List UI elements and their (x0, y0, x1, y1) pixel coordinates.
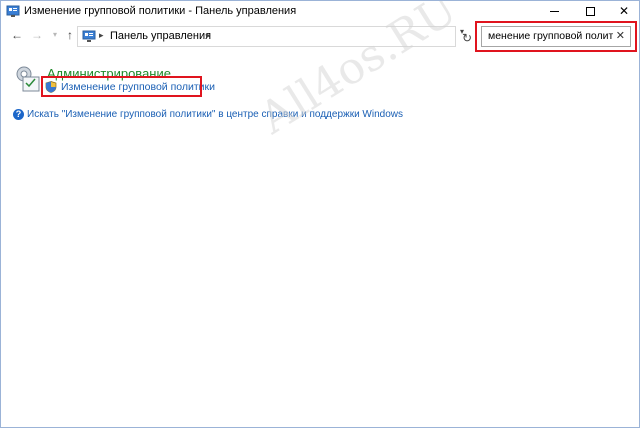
control-panel-icon (82, 30, 96, 42)
breadcrumb-separator[interactable]: ▸ (206, 30, 211, 41)
refresh-button[interactable]: ↻ (462, 31, 472, 45)
minimize-button[interactable] (539, 1, 569, 21)
window-title: Изменение групповой политики - Панель уп… (24, 5, 297, 17)
back-button[interactable]: ← (10, 28, 24, 42)
minimize-icon (549, 10, 559, 12)
help-icon: ? (13, 108, 24, 120)
control-panel-window: Изменение групповой политики - Панель уп… (0, 0, 640, 428)
search-highlight-frame (475, 21, 637, 52)
up-button[interactable]: ↑ (63, 28, 77, 42)
recent-locations-button[interactable]: ▾ (48, 28, 62, 42)
control-panel-icon (6, 5, 20, 17)
forward-button[interactable]: → (30, 28, 44, 42)
task-highlight-frame (41, 76, 202, 97)
breadcrumb-control-panel[interactable]: Панель управления (110, 30, 211, 42)
maximize-icon (585, 6, 595, 16)
close-icon: ✕ (618, 4, 630, 18)
maximize-button[interactable] (575, 1, 605, 21)
breadcrumb-separator[interactable]: ▸ (99, 30, 104, 41)
admin-tools-icon (16, 66, 40, 92)
close-button[interactable]: ✕ (609, 1, 639, 21)
title-bar: Изменение групповой политики - Панель уп… (1, 1, 639, 22)
